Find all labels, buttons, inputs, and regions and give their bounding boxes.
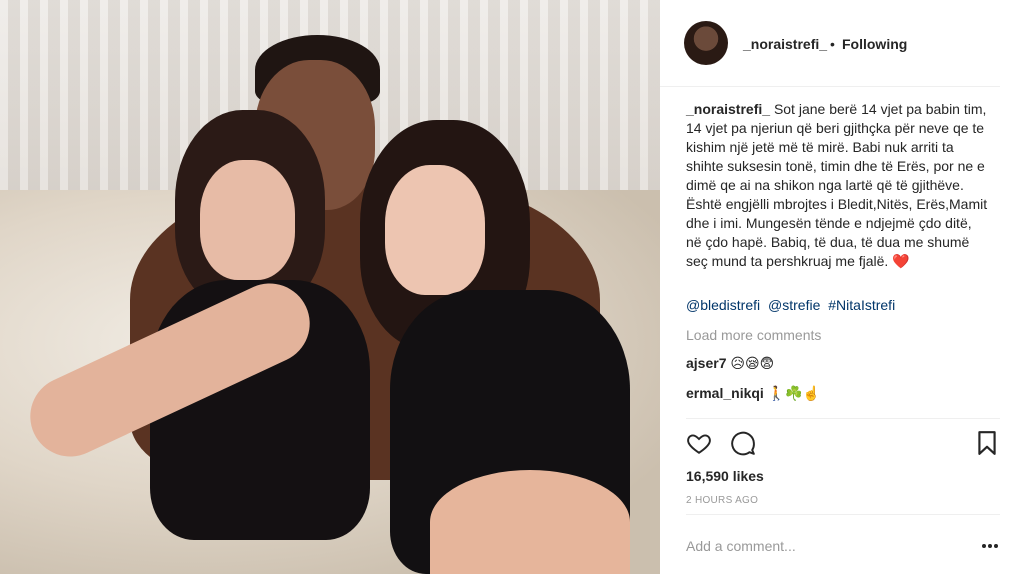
- separator-dot: •: [830, 36, 835, 52]
- caption-username[interactable]: _noraistrefi_: [686, 101, 770, 117]
- heart-icon[interactable]: [686, 430, 712, 456]
- comment-text: 🚶☘️☝️: [767, 385, 821, 401]
- comment-icon[interactable]: [730, 430, 756, 456]
- comment-username[interactable]: ermal_nikqi: [686, 385, 764, 401]
- girl-left-face: [200, 160, 295, 280]
- author-username[interactable]: _noraistrefi_: [743, 36, 827, 52]
- comment-item: ajser7 😥😪😨: [686, 355, 774, 372]
- girl-right-legs: [430, 470, 630, 574]
- post-side-panel: _noraistrefi_ • Following _noraistrefi_ …: [660, 0, 1010, 574]
- comment-item: ermal_nikqi 🚶☘️☝️: [686, 385, 820, 402]
- girl-right-face: [385, 165, 485, 295]
- comment-username[interactable]: ajser7: [686, 355, 726, 371]
- caption-tags: @bledistrefi @strefie #NitaIstrefi: [686, 297, 899, 313]
- follow-status-button[interactable]: Following: [842, 36, 907, 52]
- add-comment-input[interactable]: Add a comment...: [686, 538, 796, 554]
- avatar[interactable]: [684, 21, 728, 65]
- load-more-comments-button[interactable]: Load more comments: [686, 327, 821, 343]
- like-count[interactable]: 16,590 likes: [686, 468, 764, 484]
- tag-link[interactable]: @strefie: [768, 297, 820, 313]
- caption-text: Sot jane berë 14 vjet pa babin tim, 14 v…: [686, 101, 988, 269]
- tag-link[interactable]: #NitaIstrefi: [828, 297, 895, 313]
- tag-link[interactable]: @bledistrefi: [686, 297, 760, 313]
- post-photo[interactable]: [0, 0, 660, 574]
- bookmark-icon[interactable]: [976, 430, 998, 456]
- heart-emoji: ❤️: [892, 253, 910, 269]
- divider: [686, 418, 1000, 419]
- comment-text: 😥😪😨: [730, 355, 775, 371]
- more-options-icon[interactable]: [982, 544, 998, 548]
- instagram-post-view: _noraistrefi_ • Following _noraistrefi_ …: [0, 0, 1010, 574]
- post-timestamp[interactable]: 2 HOURS AGO: [686, 495, 758, 506]
- divider: [686, 514, 1000, 515]
- post-header: _noraistrefi_ • Following: [660, 0, 1000, 87]
- post-caption: _noraistrefi_ Sot jane berë 14 vjet pa b…: [686, 100, 991, 271]
